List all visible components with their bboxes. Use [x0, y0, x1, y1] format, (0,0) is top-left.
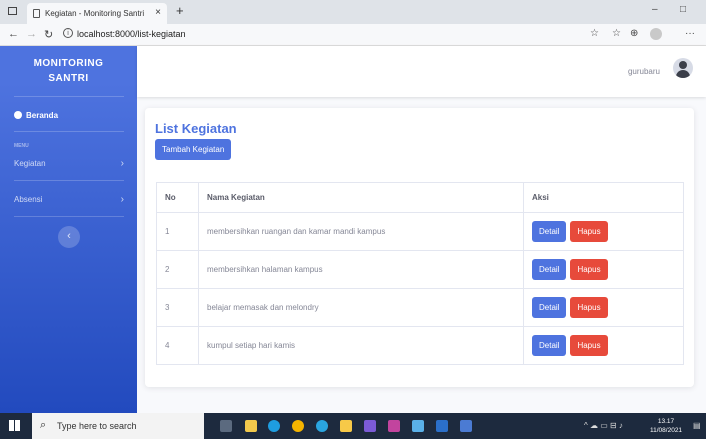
- page-title: List Kegiatan: [155, 121, 237, 136]
- sidebar-item-label: Absensi: [14, 195, 43, 204]
- table-row: 3 belajar memasak dan melondry Detail Hap…: [156, 288, 684, 327]
- cell-name: membersihkan ruangan dan kamar mandi kam…: [198, 212, 524, 251]
- brand-line2: SANTRI: [48, 73, 89, 84]
- delete-button[interactable]: Hapus: [570, 221, 608, 242]
- delete-button[interactable]: Hapus: [570, 297, 608, 318]
- brand[interactable]: MONITORING SANTRI: [0, 56, 137, 86]
- tray-icons[interactable]: ^ ☁ ▭ ⊟ ♪: [584, 421, 623, 430]
- header-nama-kegiatan: Nama Kegiatan: [198, 182, 524, 213]
- clock[interactable]: 13.17 11/08/2021: [650, 417, 682, 435]
- browser-tab-bar: Kegiatan - Monitoring Santri × + – □: [0, 0, 706, 24]
- delete-button[interactable]: Hapus: [570, 259, 608, 280]
- file-explorer-icon[interactable]: [245, 420, 257, 432]
- table-row: 1 membersihkan ruangan dan kamar mandi k…: [156, 212, 684, 251]
- kegiatan-table: No Nama Kegiatan Aksi 1 membersihkan rua…: [156, 182, 684, 365]
- cell-actions: Detail Hapus: [523, 326, 684, 365]
- header-no: No: [156, 182, 199, 213]
- cell-no: 4: [156, 326, 199, 365]
- new-tab-icon[interactable]: +: [176, 3, 184, 18]
- telegram-icon[interactable]: [316, 420, 328, 432]
- sidebar-item-kegiatan[interactable]: Kegiatan ›: [14, 158, 124, 169]
- topbar: gurubaru: [137, 46, 706, 97]
- cell-no: 1: [156, 212, 199, 251]
- sidebar-item-label: Kegiatan: [14, 159, 46, 168]
- kegiatan-card: List Kegiatan Tambah Kegiatan No Nama Ke…: [145, 108, 694, 387]
- detail-button[interactable]: Detail: [532, 297, 567, 318]
- windows-taskbar: ⌕ Type here to search ^ ☁ ▭ ⊟ ♪ 13.17 11…: [0, 413, 706, 439]
- search-placeholder: Type here to search: [57, 421, 137, 431]
- task-view-icon[interactable]: [220, 420, 232, 432]
- table-row: 2 membersihkan halaman kampus Detail Hapu…: [156, 250, 684, 289]
- back-icon[interactable]: ←: [8, 28, 19, 40]
- app-icon[interactable]: [388, 420, 400, 432]
- avatar-body: [676, 70, 690, 78]
- app2-icon[interactable]: [460, 420, 472, 432]
- taskbar-search-box[interactable]: ⌕ Type here to search: [32, 413, 204, 439]
- table-row: 4 kumpul setiap hari kamis Detail Hapus: [156, 326, 684, 365]
- refresh-icon[interactable]: ↻: [44, 28, 53, 41]
- dashboard-icon: [14, 111, 22, 119]
- clock-date: 11/08/2021: [650, 427, 683, 434]
- detail-button[interactable]: Detail: [532, 335, 567, 356]
- edge-icon[interactable]: [268, 420, 280, 432]
- browser-tab[interactable]: Kegiatan - Monitoring Santri ×: [27, 3, 167, 24]
- more-icon[interactable]: ···: [685, 28, 695, 39]
- sidebar-divider: [14, 96, 124, 97]
- cell-name: belajar memasak dan melondry: [198, 288, 524, 327]
- cell-no: 2: [156, 250, 199, 289]
- windows-start-icon[interactable]: [9, 420, 20, 431]
- table-header-row: No Nama Kegiatan Aksi: [156, 182, 684, 213]
- collections-icon[interactable]: ⊕: [630, 28, 638, 39]
- detail-button[interactable]: Detail: [532, 221, 567, 242]
- window-menu-icon[interactable]: [8, 7, 17, 15]
- vscode-icon[interactable]: [412, 420, 424, 432]
- cell-name: kumpul setiap hari kamis: [198, 326, 524, 365]
- header-aksi: Aksi: [523, 182, 684, 213]
- page-icon: [33, 9, 40, 18]
- favorites-icon[interactable]: ☆: [612, 28, 621, 39]
- search-icon: ⌕: [40, 419, 47, 431]
- cell-no: 3: [156, 288, 199, 327]
- add-kegiatan-button[interactable]: Tambah Kegiatan: [155, 139, 232, 160]
- visual-studio-icon[interactable]: [364, 420, 376, 432]
- chevron-right-icon: ›: [120, 158, 124, 169]
- main-content: gurubaru List Kegiatan Tambah Kegiatan N…: [137, 46, 706, 413]
- chrome-icon[interactable]: [292, 420, 304, 432]
- brand-line1: MONITORING: [33, 58, 104, 69]
- avatar-head: [679, 61, 687, 69]
- sidebar: MONITORING SANTRI Beranda MENU Kegiatan …: [0, 46, 137, 413]
- user-avatar[interactable]: [673, 58, 693, 78]
- store-icon[interactable]: [340, 420, 352, 432]
- cell-actions: Detail Hapus: [523, 288, 684, 327]
- notification-icon[interactable]: ▤: [693, 421, 701, 430]
- chevron-right-icon: ›: [120, 194, 124, 205]
- word-icon[interactable]: [436, 420, 448, 432]
- user-name[interactable]: gurubaru: [628, 67, 660, 76]
- sidebar-toggle-button[interactable]: ‹: [58, 226, 80, 248]
- sidebar-divider: [14, 216, 124, 217]
- sidebar-divider: [14, 131, 124, 132]
- address-bar: ← → ↻ i localhost:8000/list-kegiatan ☆ ☆…: [0, 24, 706, 46]
- clock-time: 13.17: [657, 418, 675, 425]
- maximize-icon[interactable]: □: [680, 4, 686, 15]
- detail-button[interactable]: Detail: [532, 259, 567, 280]
- cell-actions: Detail Hapus: [523, 250, 684, 289]
- url-field[interactable]: localhost:8000/list-kegiatan: [77, 29, 186, 39]
- profile-avatar[interactable]: [650, 28, 662, 40]
- sidebar-item-label: Beranda: [26, 111, 59, 120]
- tab-title: Kegiatan - Monitoring Santri: [45, 9, 145, 18]
- menu-heading: MENU: [14, 143, 29, 149]
- sidebar-divider: [14, 180, 124, 181]
- delete-button[interactable]: Hapus: [570, 335, 608, 356]
- sidebar-item-absensi[interactable]: Absensi ›: [14, 194, 124, 205]
- info-icon[interactable]: i: [63, 28, 73, 38]
- read-aloud-icon[interactable]: ☆: [590, 28, 599, 39]
- close-tab-icon[interactable]: ×: [155, 7, 161, 18]
- sidebar-item-beranda[interactable]: Beranda: [14, 111, 58, 120]
- cell-actions: Detail Hapus: [523, 212, 684, 251]
- cell-name: membersihkan halaman kampus: [198, 250, 524, 289]
- forward-icon[interactable]: →: [26, 28, 37, 40]
- minimize-icon[interactable]: –: [652, 4, 658, 15]
